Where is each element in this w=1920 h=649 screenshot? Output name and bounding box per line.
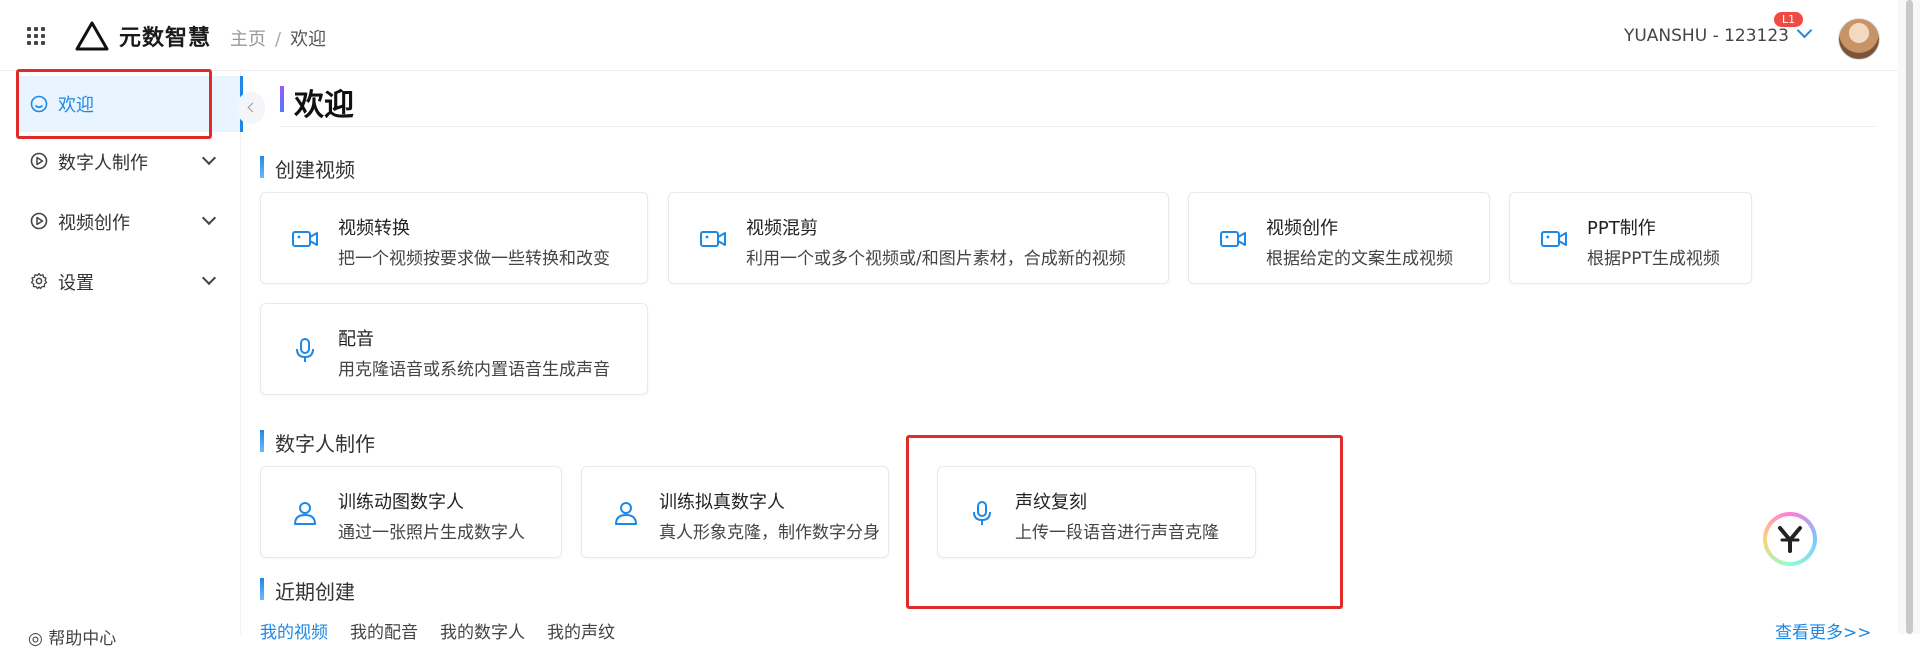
assistant-button-face (1767, 516, 1813, 562)
brand-name: 元数智慧 (119, 26, 212, 51)
card-title: 声纹复刻 (1015, 492, 1087, 513)
section-accent-bar (260, 578, 264, 600)
video-camera-icon (292, 231, 318, 247)
card-title: 训练拟真数字人 (659, 492, 785, 513)
help-label: 帮助中心 (48, 629, 117, 649)
card-title: PPT制作 (1587, 218, 1656, 239)
card-train-animated-human[interactable]: 训练动图数字人 通过一张照片生成数字人 (260, 466, 562, 558)
chevron-down-icon (201, 150, 217, 166)
card-desc: 用克隆语音或系统内置语音生成声音 (338, 360, 610, 380)
video-camera-icon (700, 231, 726, 247)
breadcrumb-separator: / (275, 29, 282, 50)
card-ppt[interactable]: PPT制作 根据PPT生成视频 (1509, 192, 1752, 284)
title-accent-bar (280, 86, 284, 112)
play-circle-icon (30, 212, 48, 230)
card-dubbing[interactable]: 配音 用克隆语音或系统内置语音生成声音 (260, 303, 648, 395)
card-title: 视频创作 (1266, 218, 1338, 239)
chevron-down-icon (201, 270, 217, 286)
section-title-recent: 近期创建 (260, 576, 355, 605)
microphone-icon (973, 501, 991, 525)
card-video-create[interactable]: 视频创作 根据给定的文案生成视频 (1188, 192, 1490, 284)
card-video-convert[interactable]: 视频转换 把一个视频按要求做一些转换和改变 (260, 192, 648, 284)
card-title: 训练动图数字人 (338, 492, 464, 513)
video-camera-icon (1541, 231, 1567, 247)
scrollbar-thumb[interactable] (1906, 0, 1913, 634)
assistant-logo-icon (1778, 526, 1802, 553)
section-accent-bar (260, 156, 264, 178)
sidebar-item-welcome[interactable]: 欢迎 (16, 76, 243, 132)
recent-tabs: 我的视频 我的配音 我的数字人 我的声纹 (260, 618, 637, 643)
user-dropdown[interactable]: YUANSHU - 123123 (1623, 22, 1813, 46)
sidebar-item-label: 欢迎 (58, 95, 94, 116)
view-more-link[interactable]: 查看更多>> (1775, 618, 1872, 643)
tab-my-digital-humans[interactable]: 我的数字人 (440, 618, 525, 643)
card-title: 视频转换 (338, 218, 410, 239)
sidebar-item-label: 数字人制作 (58, 153, 148, 174)
card-title: 视频混剪 (746, 218, 818, 239)
sidebar-item-label: 视频创作 (58, 213, 130, 234)
card-voiceprint-clone[interactable]: 声纹复刻 上传一段语音进行声音克隆 (937, 466, 1256, 558)
card-desc: 通过一张照片生成数字人 (338, 523, 525, 543)
help-icon: ◎ (28, 629, 49, 649)
title-divider (280, 126, 1876, 127)
gear-icon (30, 272, 48, 290)
triangle-logo-icon (75, 21, 109, 51)
card-desc: 真人形象克隆，制作数字分身 (659, 523, 880, 543)
tab-my-dubbing[interactable]: 我的配音 (350, 618, 418, 643)
chevron-down-icon (201, 210, 217, 226)
chevron-down-icon (1796, 22, 1813, 39)
section-title-digital-human: 数字人制作 (260, 428, 375, 457)
apps-grid-icon[interactable] (27, 27, 47, 47)
avatar[interactable] (1838, 18, 1880, 60)
level-badge: L1 (1774, 12, 1804, 27)
sidebar-item-video-creation[interactable]: 视频创作 (16, 191, 236, 251)
card-desc: 利用一个或多个视频或/和图片素材，合成新的视频 (746, 249, 1126, 269)
help-center-link[interactable]: ◎ 帮助中心 (28, 624, 116, 649)
smile-icon (30, 95, 48, 113)
card-desc: 根据给定的文案生成视频 (1266, 249, 1453, 269)
breadcrumb-current: 欢迎 (290, 29, 327, 50)
card-video-remix[interactable]: 视频混剪 利用一个或多个视频或/和图片素材，合成新的视频 (668, 192, 1169, 284)
assistant-float-button[interactable] (1763, 512, 1817, 566)
page-title: 欢迎 (294, 88, 354, 123)
card-train-realistic-human[interactable]: 训练拟真数字人 真人形象克隆，制作数字分身 (581, 466, 889, 558)
section-title-text: 创建视频 (275, 158, 355, 182)
card-desc: 把一个视频按要求做一些转换和改变 (338, 249, 610, 269)
tab-my-videos[interactable]: 我的视频 (260, 618, 328, 643)
top-header: 元数智慧 主页 / 欢迎 L1 YUANSHU - 123123 (0, 0, 1898, 71)
play-circle-icon (30, 152, 48, 170)
breadcrumb: 主页 / 欢迎 (230, 25, 326, 51)
user-name: YUANSHU - 123123 (1623, 26, 1789, 46)
section-title-text: 近期创建 (275, 580, 355, 604)
tab-my-voiceprints[interactable]: 我的声纹 (547, 618, 615, 643)
sidebar-collapse-button[interactable] (237, 92, 265, 124)
section-accent-bar (260, 430, 264, 452)
microphone-icon (296, 338, 314, 362)
sidebar-item-label: 设置 (58, 273, 94, 294)
section-title-create-video: 创建视频 (260, 154, 355, 183)
section-title-text: 数字人制作 (275, 432, 375, 456)
breadcrumb-home[interactable]: 主页 (230, 29, 266, 50)
user-icon (615, 502, 637, 525)
video-camera-icon (1220, 231, 1246, 247)
card-title: 配音 (338, 329, 374, 350)
sidebar-item-settings[interactable]: 设置 (16, 251, 236, 311)
sidebar-item-digital-human[interactable]: 数字人制作 (16, 131, 236, 191)
card-desc: 上传一段语音进行声音克隆 (1015, 523, 1219, 543)
card-desc: 根据PPT生成视频 (1587, 249, 1720, 269)
user-icon (294, 502, 316, 525)
